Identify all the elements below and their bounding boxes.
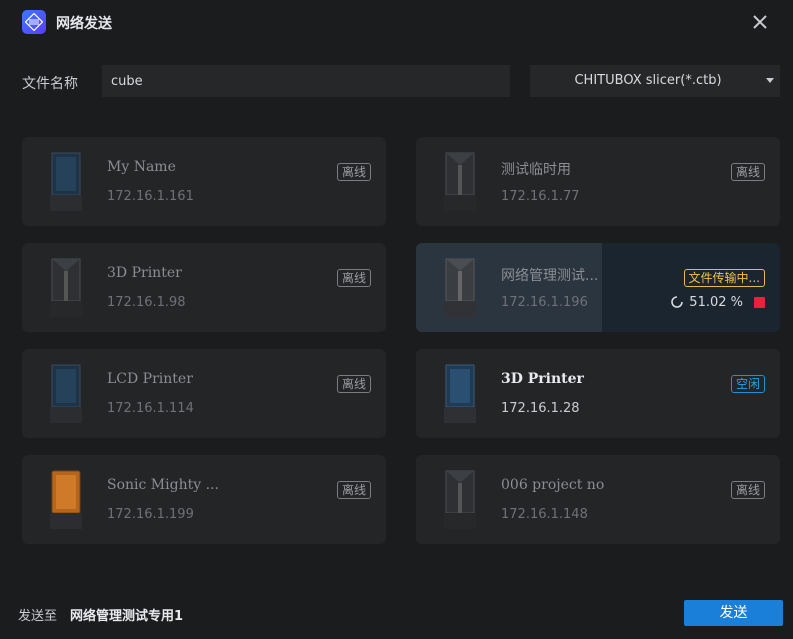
- printer-card[interactable]: 006 project no 172.16.1.148 离线: [416, 455, 780, 544]
- printer-name: 3D Printer: [501, 371, 584, 387]
- file-row: 文件名称 CHITUBOX slicer(*.ctb): [0, 64, 793, 98]
- printer-card[interactable]: 3D Printer 172.16.1.28 空闲: [416, 349, 780, 438]
- format-select-value: CHITUBOX slicer(*.ctb): [574, 73, 722, 88]
- printer-card[interactable]: My Name 172.16.1.161 离线: [22, 137, 386, 226]
- status-badge: 离线: [336, 375, 371, 393]
- printer-ip: 172.16.1.196: [501, 295, 588, 310]
- printer-ip: 172.16.1.199: [107, 507, 194, 522]
- printer-card[interactable]: Sonic Mighty ... 172.16.1.199 离线: [22, 455, 386, 544]
- status-badge: 离线: [730, 481, 765, 499]
- printer-card[interactable]: 网络管理测试... 172.16.1.196 文件传输中... 51.02 %: [416, 243, 780, 332]
- dark-printer-icon: [444, 364, 476, 423]
- gray-printer-icon: [444, 152, 476, 211]
- printer-name: 网络管理测试...: [501, 268, 599, 284]
- gray-printer-icon: [444, 470, 476, 529]
- dark-printer-icon: [50, 152, 82, 211]
- printer-name: 测试临时用: [501, 162, 571, 178]
- gray-printer-icon: [444, 258, 476, 317]
- file-name-input[interactable]: [102, 65, 510, 97]
- printer-ip: 172.16.1.114: [107, 401, 194, 416]
- status-badge: 文件传输中...: [683, 269, 765, 287]
- status-badge: 离线: [730, 163, 765, 181]
- file-name-label: 文件名称: [22, 76, 78, 92]
- printer-ip: 172.16.1.77: [501, 189, 580, 204]
- printer-card[interactable]: LCD Printer 172.16.1.114 离线: [22, 349, 386, 438]
- chevron-down-icon: [766, 78, 774, 83]
- send-to-value: 网络管理测试专用1: [70, 609, 184, 624]
- printer-name: 006 project no: [501, 477, 605, 493]
- window-title: 网络发送: [56, 16, 112, 32]
- status-badge: 离线: [336, 481, 371, 499]
- progress-percent: 51.02 %: [689, 294, 743, 310]
- printer-ip: 172.16.1.98: [107, 295, 186, 310]
- status-badge: 离线: [336, 163, 371, 181]
- printer-name: Sonic Mighty ...: [107, 477, 219, 493]
- loading-spinner-icon: [671, 296, 684, 308]
- app-logo-icon: [22, 10, 46, 34]
- printer-card[interactable]: 3D Printer 172.16.1.98 离线: [22, 243, 386, 332]
- dark-printer-icon: [50, 364, 82, 423]
- printer-ip: 172.16.1.148: [501, 507, 588, 522]
- printer-name: LCD Printer: [107, 371, 193, 387]
- printer-card[interactable]: 测试临时用 172.16.1.77 离线: [416, 137, 780, 226]
- gray-printer-icon: [50, 258, 82, 317]
- send-button[interactable]: 发送: [684, 600, 783, 626]
- printer-ip: 172.16.1.161: [107, 189, 194, 204]
- title-bar: 网络发送: [0, 0, 793, 44]
- stop-icon[interactable]: [754, 296, 765, 308]
- footer: 发送至 网络管理测试专用1 发送: [0, 596, 793, 630]
- printer-name: 3D Printer: [107, 265, 182, 281]
- status-badge: 离线: [336, 269, 371, 287]
- send-to-label: 发送至: [18, 609, 58, 624]
- transfer-progress: 51.02 %: [671, 294, 765, 310]
- printer-name: My Name: [107, 159, 176, 175]
- status-badge: 空闲: [730, 375, 765, 393]
- close-icon[interactable]: [748, 10, 772, 34]
- orange-printer-icon: [50, 470, 82, 529]
- format-select[interactable]: CHITUBOX slicer(*.ctb): [530, 65, 780, 97]
- printer-ip: 172.16.1.28: [501, 401, 580, 416]
